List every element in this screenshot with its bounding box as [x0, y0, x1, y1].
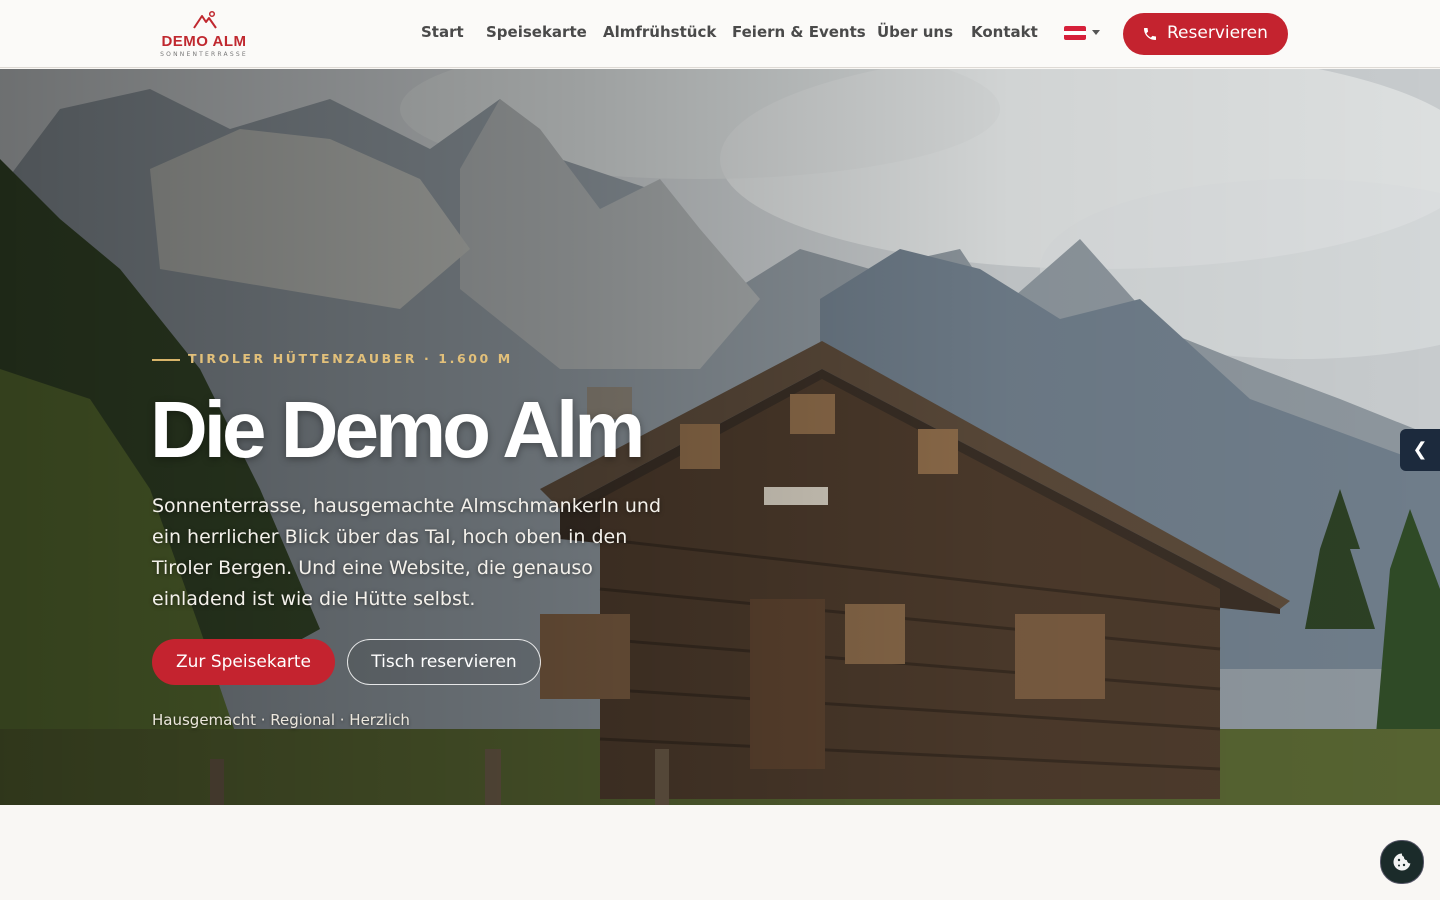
side-panel-toggle[interactable]: ❮	[1400, 429, 1440, 471]
chevron-left-icon: ❮	[1412, 439, 1428, 460]
phone-icon	[1144, 28, 1156, 40]
nav-item-feiern-events[interactable]: Feiern & Events	[732, 23, 866, 41]
hero-tagline: Hausgemacht · Regional · Herzlich	[152, 711, 410, 729]
chevron-down-icon	[1092, 30, 1100, 35]
reserve-table-button[interactable]: Tisch reservieren	[347, 639, 541, 685]
austria-flag-icon	[1064, 26, 1086, 40]
eyebrow-divider	[152, 359, 180, 361]
menu-cta-button[interactable]: Zur Speisekarte	[152, 639, 335, 685]
cookie-settings-button[interactable]	[1380, 840, 1424, 884]
nav-item-kontakt[interactable]: Kontakt	[971, 23, 1038, 41]
nav-item-start[interactable]: Start	[421, 23, 464, 41]
nav-item-speisekarte[interactable]: Speisekarte	[486, 23, 587, 41]
reserve-button[interactable]: Reservieren	[1123, 13, 1288, 55]
hero-title: Die Demo Alm	[150, 385, 645, 474]
site-header: DEMO ALM SONNENTERRASSE Start Speisekart…	[0, 0, 1440, 68]
hero-lead: Sonnenterrasse, hausgemachte Almschmanke…	[152, 495, 662, 610]
hero-section: TIROLER HÜTTENZAUBER · 1.600 M Die Demo …	[0, 69, 1440, 805]
cookie-icon	[1393, 853, 1411, 871]
eyebrow-text: TIROLER HÜTTENZAUBER · 1.600 M	[188, 351, 513, 366]
reserve-button-label: Reservieren	[1167, 23, 1268, 43]
nav-item-ueber-uns[interactable]: Über uns	[877, 23, 953, 41]
nav-item-almfruehstueck[interactable]: Almfrühstück	[603, 23, 716, 41]
